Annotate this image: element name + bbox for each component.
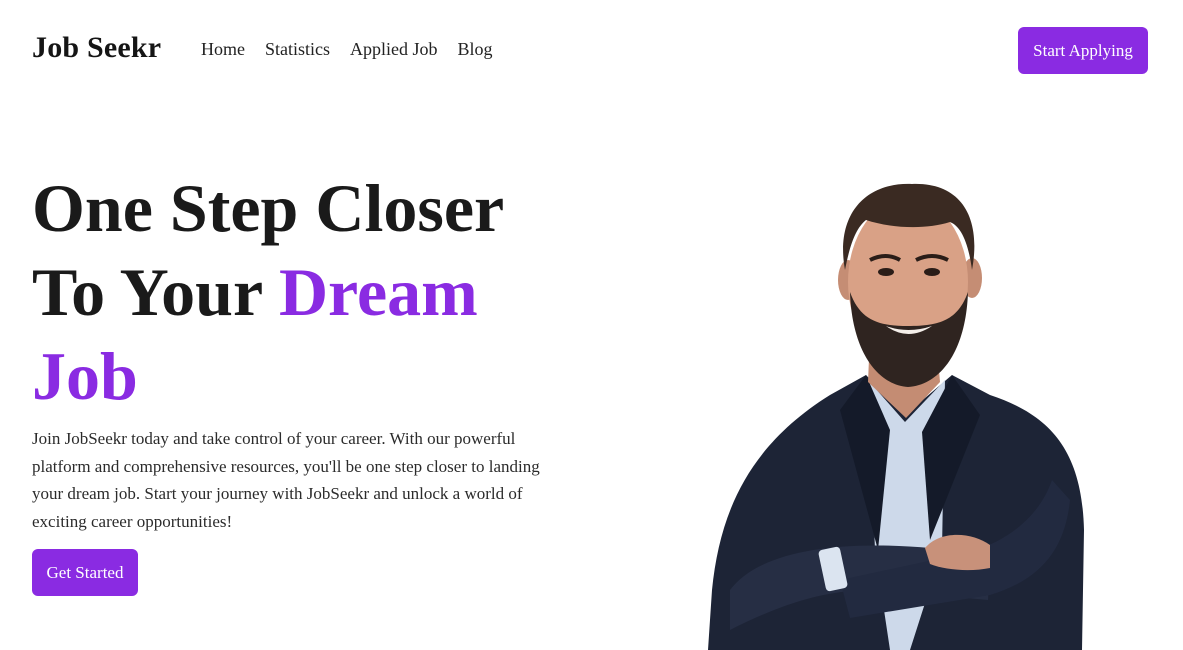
- hero-title: One Step Closer To Your Dream Job: [32, 166, 592, 418]
- photo-hand: [925, 534, 990, 571]
- main-nav: Home Statistics Applied Job Blog: [201, 39, 493, 60]
- nav-blog[interactable]: Blog: [458, 39, 493, 60]
- get-started-button[interactable]: Get Started: [32, 549, 138, 596]
- nav-home[interactable]: Home: [201, 39, 245, 60]
- hero-title-accent-job: Job: [32, 338, 138, 414]
- landing-page: Job Seekr Home Statistics Applied Job Bl…: [0, 0, 1183, 650]
- photo-eye-right: [924, 268, 940, 276]
- start-applying-button[interactable]: Start Applying: [1018, 27, 1148, 74]
- nav-applied-job[interactable]: Applied Job: [350, 39, 438, 60]
- nav-statistics[interactable]: Statistics: [265, 39, 330, 60]
- hero-title-line2: To Your: [32, 254, 279, 330]
- hero-title-accent-dream: Dream: [278, 254, 478, 330]
- photo-eye-left: [878, 268, 894, 276]
- hero-description: Join JobSeekr today and take control of …: [32, 429, 540, 531]
- site-header: Job Seekr Home Statistics Applied Job Bl…: [0, 0, 1183, 100]
- hero-person-photo: [708, 183, 1084, 650]
- hero-title-line1: One Step Closer: [32, 170, 505, 246]
- site-logo[interactable]: Job Seekr: [32, 31, 161, 65]
